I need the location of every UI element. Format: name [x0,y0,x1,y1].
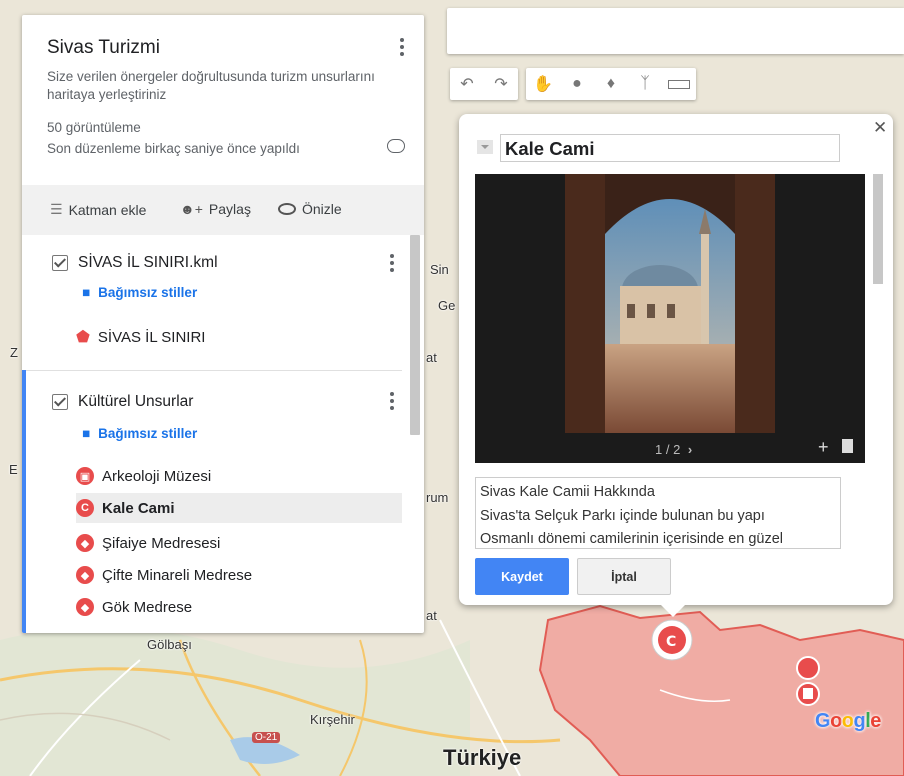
layer-2-style-link[interactable]: ■ Bağımsız stiller [82,426,197,441]
add-marker-button[interactable]: ● [560,68,594,100]
google-logo: Google [815,710,881,732]
preview-button[interactable]: Önizle [278,201,342,217]
list-item[interactable]: ◆ Şifaiye Medresesi [76,528,402,558]
directions-button[interactable]: ᛉ [628,68,662,100]
layer-2-options-button[interactable] [382,389,402,413]
map-label-sin: Sin [430,262,449,277]
list-item[interactable]: ◆ Gök Medrese [76,592,402,622]
measure-button[interactable] [662,68,696,100]
cancel-button[interactable]: İptal [577,558,671,595]
add-person-icon: ☻+ [180,201,203,217]
style-dropdown-icon[interactable] [477,140,493,154]
eye-icon [278,203,296,215]
photo-viewer: 1 / 2 › + [475,174,865,463]
last-edited: Son düzenleme birkaç saniye önce yapıldı [47,141,300,156]
map-label-golbasi: Gölbaşı [147,637,192,652]
draw-line-button[interactable]: ♦ [594,68,628,100]
layer-1-style-link[interactable]: ■ Bağımsız stiller [82,285,197,300]
map-legend-panel: Sivas Turizmi Size verilen önergeler doğ… [22,15,424,633]
mosque-photo [565,174,775,433]
paint-roller-icon: ■ [82,426,91,441]
cloud-saved-icon [387,139,405,153]
add-photo-icon[interactable]: + [818,437,829,458]
layers-icon: ☰ [50,201,63,217]
panel-actions: ☰ Katman ekle ☻+ Paylaş Önizle [22,185,424,235]
search-box[interactable] [447,8,904,54]
feature-info-window: ✕ Kale Cami 1 / 2 › + Sivas Kale Camii H… [459,114,893,617]
map-toolbar: ↶ ↷ ✋ ● ♦ ᛉ [450,68,704,100]
polygon-icon: ⬟ [76,329,90,346]
school-icon: ◆ [76,598,94,616]
school-icon: ◆ [76,566,94,584]
paint-roller-icon: ■ [82,285,91,300]
layer-1-options-button[interactable] [382,251,402,275]
photo-counter[interactable]: 1 / 2 › [655,442,692,457]
layer-2-checkbox[interactable] [52,394,68,410]
mosque-icon: C [76,499,94,517]
layer-1-name[interactable]: SİVAS İL SINIRI.kml [78,254,218,272]
layer-2-name[interactable]: Kültürel Unsurlar [78,393,193,411]
list-item[interactable]: ◆ Çifte Minareli Medrese [76,560,402,590]
map-label-kirsehir: Kırşehir [310,712,355,727]
map-label-rum: rum [426,490,449,505]
description-field[interactable]: Sivas Kale Camii Hakkında Sivas'ta Selçu… [475,477,841,549]
map-options-button[interactable] [392,35,412,59]
map-label-ge: Ge [438,298,456,313]
delete-photo-icon[interactable] [842,439,853,453]
chevron-right-icon[interactable]: › [688,442,692,457]
map-title[interactable]: Sivas Turizmi [47,37,160,59]
list-item[interactable]: ▣ Arkeoloji Müzesi [76,461,402,491]
map-label-country: Türkiye [443,745,522,770]
map-label-z: Z [10,345,18,360]
redo-button[interactable]: ↷ [484,68,518,100]
feature-title-field[interactable]: Kale Cami [500,134,840,162]
map-label-at2: at [426,608,437,623]
panel-scrollbar[interactable] [410,235,420,435]
info-scrollbar[interactable] [873,174,883,284]
save-button[interactable]: Kaydet [475,558,569,595]
add-layer-button[interactable]: ☰ Katman ekle [50,201,146,218]
map-description[interactable]: Size verilen önergeler doğrultusunda tur… [47,68,377,104]
undo-button[interactable]: ↶ [450,68,484,100]
hand-tool-button[interactable]: ✋ [526,68,560,100]
layer-1-header[interactable]: SİVAS İL SINIRI.kml [52,254,218,272]
map-label-road: O-21 [252,732,281,743]
view-count: 50 görüntüleme [47,120,141,135]
school-icon: ◆ [76,534,94,552]
map-label-at1: at [426,350,437,365]
layer-2-header[interactable]: Kültürel Unsurlar [52,393,193,411]
map-label-e: E [9,462,18,477]
svg-text:C: C [666,634,676,650]
share-button[interactable]: ☻+ Paylaş [180,201,251,217]
list-item[interactable]: ⬟ SİVAS İL SINIRI [76,322,402,352]
layer-1-checkbox[interactable] [52,255,68,271]
list-item-selected[interactable]: C Kale Cami [76,493,402,523]
museum-icon: ▣ [76,467,94,485]
close-icon[interactable]: ✕ [873,118,887,138]
